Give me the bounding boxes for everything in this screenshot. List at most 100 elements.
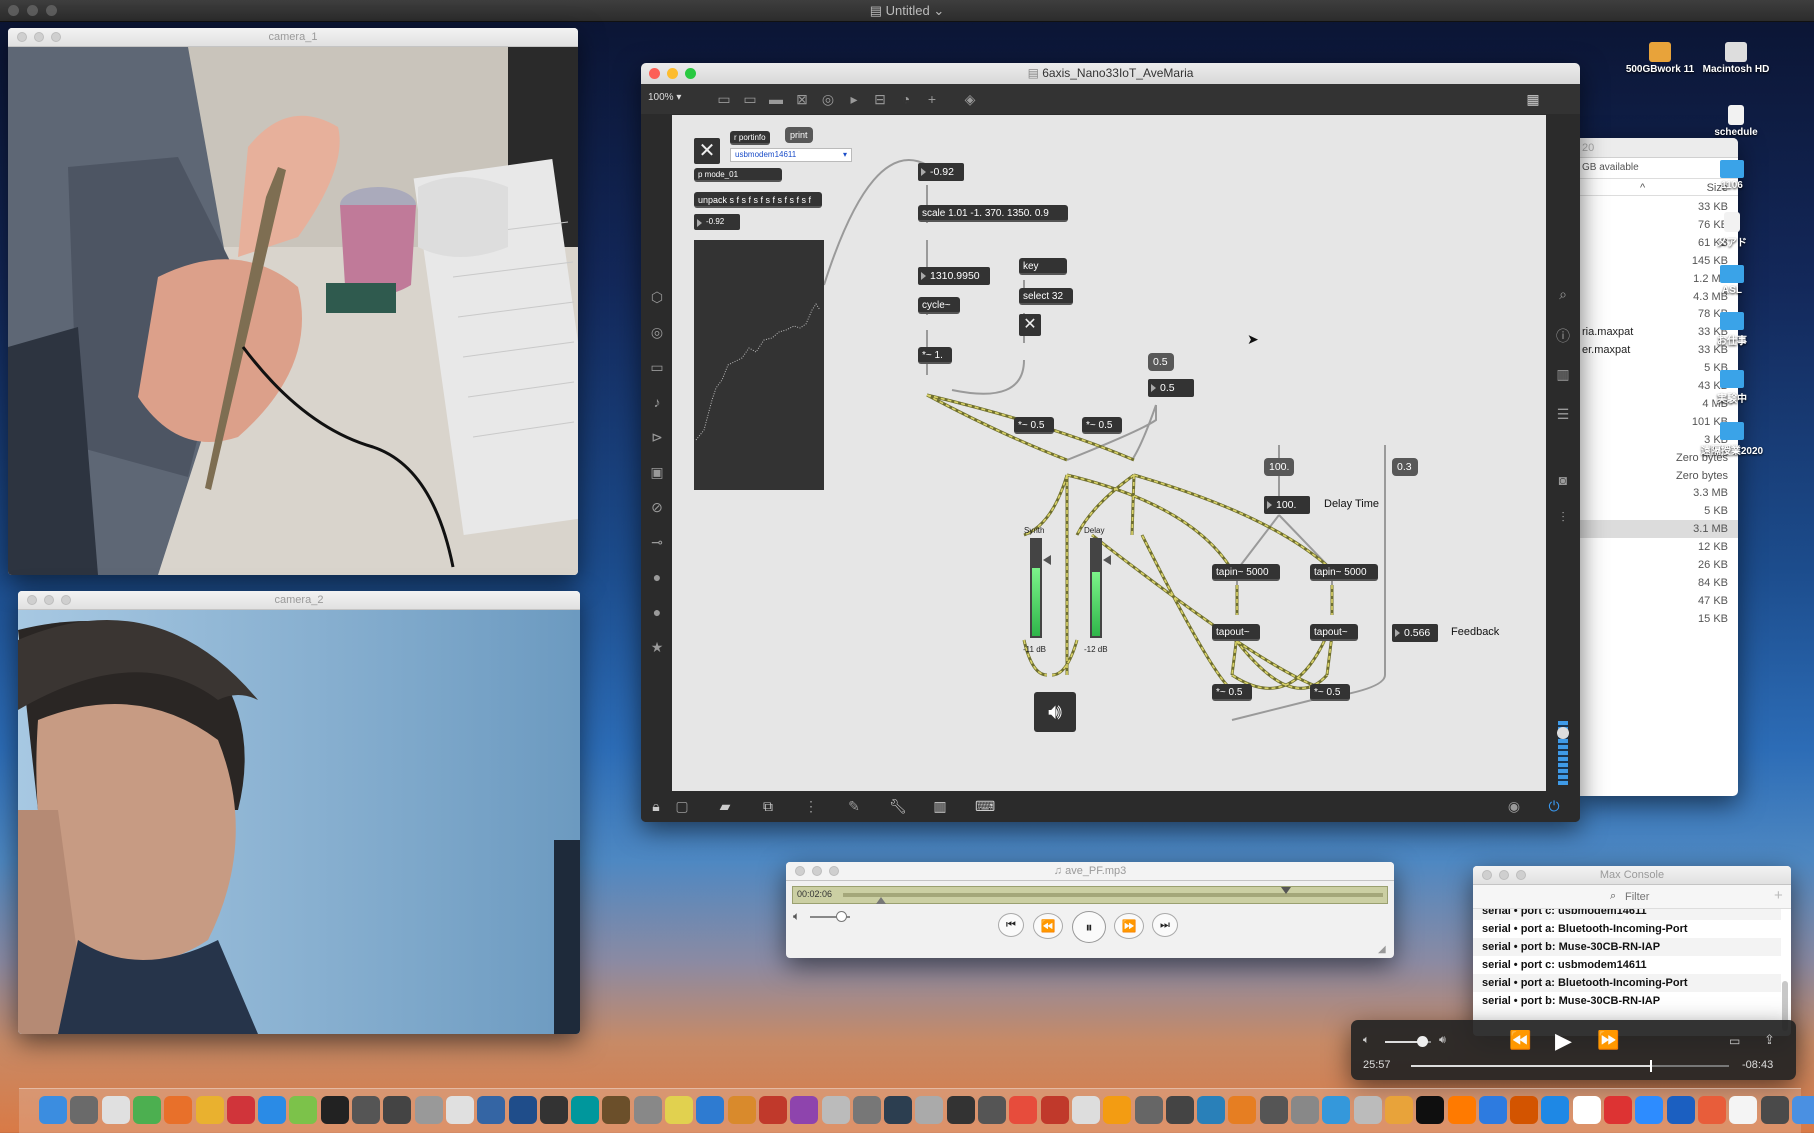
dock-app-icon[interactable]: [727, 1096, 756, 1124]
dock-app-icon[interactable]: [539, 1096, 568, 1124]
print-message[interactable]: print: [785, 127, 813, 143]
plug-icon[interactable]: ⊸: [649, 535, 665, 549]
audio-power-icon[interactable]: ⏻: [1546, 799, 1562, 813]
toggle-icon[interactable]: ◎: [820, 92, 836, 106]
multiply-object-b[interactable]: *~ 0.5: [1082, 417, 1122, 434]
finder-row[interactable]: 12 KB: [1580, 538, 1738, 556]
tapin-object-2[interactable]: tapin~ 5000: [1310, 564, 1378, 581]
image-icon[interactable]: ▣: [649, 465, 665, 479]
qt-volume-knob[interactable]: [1416, 1036, 1428, 1047]
player-timeline[interactable]: 00:02:06: [792, 886, 1388, 904]
number-icon[interactable]: ▸: [846, 92, 862, 106]
dock-app-icon[interactable]: [1729, 1096, 1758, 1124]
delay-time-number[interactable]: 100.: [1264, 496, 1310, 514]
sequencer-icon[interactable]: ⊳: [649, 430, 665, 444]
dock-app-icon[interactable]: [1384, 1096, 1413, 1124]
transport-icon[interactable]: ◉: [1506, 799, 1522, 813]
message-100[interactable]: 100.: [1264, 458, 1294, 476]
speaker-icon[interactable]: 🔊︎: [1034, 692, 1076, 732]
finder-row[interactable]: 15 KB: [1580, 610, 1738, 628]
qt-scrubber[interactable]: [1411, 1065, 1729, 1067]
master-volume-knob[interactable]: [1557, 727, 1569, 739]
presentation-icon[interactable]: ▢: [674, 799, 690, 813]
mixer-icon[interactable]: ⫶: [1555, 510, 1571, 524]
multiply-object-a[interactable]: *~ 0.5: [1014, 417, 1054, 434]
quicktime-controls[interactable]: 🔈︎ 🔊︎ ⏪ ▶ ⏩ ▭ ⇪ 25:57 -08:43: [1351, 1020, 1796, 1080]
dock-app-icon[interactable]: [383, 1096, 412, 1124]
message-icon[interactable]: ▭: [742, 92, 758, 106]
dock-app-icon[interactable]: [602, 1096, 631, 1124]
pause-button[interactable]: ⏸: [1072, 911, 1106, 943]
dock-app-icon[interactable]: [414, 1096, 443, 1124]
finder-row[interactable]: 5 KB: [1580, 502, 1738, 520]
qt-rewind-button[interactable]: ⏪: [1509, 1030, 1531, 1051]
dock-app-icon[interactable]: [1134, 1096, 1163, 1124]
slider-icon[interactable]: ⊟: [872, 92, 888, 106]
desktop-icon[interactable]: Macintosh HD: [1696, 42, 1776, 75]
dock-app-icon[interactable]: [790, 1096, 819, 1124]
piano-icon[interactable]: ▥: [932, 799, 948, 813]
dock-app-icon[interactable]: [352, 1096, 380, 1124]
columns-icon[interactable]: ▥: [1555, 367, 1571, 381]
dock-app-icon[interactable]: [1510, 1096, 1539, 1124]
package-icon[interactable]: ●: [649, 570, 665, 584]
dock-app-icon[interactable]: [1353, 1096, 1382, 1124]
dock-app-icon[interactable]: [101, 1096, 130, 1124]
cube-icon[interactable]: ⬡: [649, 290, 665, 304]
paperclip-icon[interactable]: ⊘: [649, 500, 665, 514]
grid-toggle-icon[interactable]: ⋮: [803, 799, 819, 813]
skip-back-button[interactable]: ⏮: [998, 913, 1024, 937]
dock-app-icon[interactable]: [1604, 1096, 1632, 1124]
button-icon[interactable]: ⊠: [794, 92, 810, 106]
desktop-icon[interactable]: 実験中: [1692, 370, 1772, 405]
finder-row[interactable]: Zero bytes: [1580, 467, 1738, 485]
multiply-object-d[interactable]: *~ 0.5: [1310, 684, 1350, 701]
dock-app-icon[interactable]: [1416, 1096, 1445, 1124]
volume-knob[interactable]: [836, 911, 847, 922]
mode-subpatch[interactable]: p mode_01: [694, 168, 782, 182]
console-filter-input[interactable]: [1625, 888, 1705, 905]
space-bang-button[interactable]: ✕: [1019, 314, 1041, 336]
message-0-3[interactable]: 0.3: [1392, 458, 1418, 476]
music-note-icon[interactable]: ♪: [649, 395, 665, 409]
film-icon[interactable]: ▭: [649, 360, 665, 374]
dock-app-icon[interactable]: [445, 1096, 474, 1124]
dock-app-icon[interactable]: [195, 1096, 224, 1124]
dock-app-icon[interactable]: [477, 1096, 506, 1124]
multiply-object-1[interactable]: *~ 1.: [918, 347, 952, 364]
dock-app-icon[interactable]: [1322, 1096, 1351, 1124]
number-box-b[interactable]: -0.92: [918, 163, 964, 181]
loop-marker[interactable]: [1281, 887, 1291, 894]
bang-button[interactable]: ✕: [694, 138, 720, 164]
dock-app-icon[interactable]: [508, 1096, 537, 1124]
dock-app-icon[interactable]: [1572, 1096, 1601, 1124]
tapin-object-1[interactable]: tapin~ 5000: [1212, 564, 1280, 581]
delay-gain-pointer[interactable]: [1103, 555, 1111, 565]
serial-port-menu[interactable]: usbmodem14611 ▾: [730, 148, 852, 162]
dock-app-icon[interactable]: [1447, 1096, 1476, 1124]
qt-playhead[interactable]: [1649, 1060, 1652, 1072]
finder-row[interactable]: 3.3 MB: [1580, 484, 1738, 502]
dock-app-icon[interactable]: [1103, 1096, 1132, 1124]
paint-icon[interactable]: ◈: [962, 92, 978, 106]
qt-fast-forward-button[interactable]: ⏩: [1597, 1030, 1619, 1051]
dock-app-icon[interactable]: [1478, 1096, 1507, 1124]
dock-app-icon[interactable]: [1228, 1096, 1257, 1124]
info-icon[interactable]: ⓘ: [1555, 329, 1571, 343]
dock-app-icon[interactable]: [1697, 1096, 1726, 1124]
tapout-object-1[interactable]: tapout~: [1212, 624, 1260, 641]
skip-forward-button[interactable]: ⏭: [1152, 913, 1178, 937]
frequency-number[interactable]: 1310.9950: [918, 267, 990, 285]
camera-1-window[interactable]: camera_1: [8, 28, 578, 575]
star-icon[interactable]: ★: [649, 640, 665, 654]
dock-app-icon[interactable]: [70, 1096, 99, 1124]
desktop-icon[interactable]: schedule: [1696, 105, 1776, 138]
dock-app-icon[interactable]: [1291, 1096, 1319, 1124]
dock-app-icon[interactable]: [665, 1096, 693, 1124]
patch-canvas[interactable]: ✕ r portinfo print usbmodem14611 ▾ p mode…: [672, 115, 1546, 791]
dock-app-icon[interactable]: [1791, 1096, 1814, 1124]
playhead[interactable]: [875, 897, 886, 904]
dock-app-icon[interactable]: [1071, 1096, 1100, 1124]
cycle-object[interactable]: cycle~: [918, 297, 960, 314]
dock-app-icon[interactable]: [1259, 1096, 1288, 1124]
